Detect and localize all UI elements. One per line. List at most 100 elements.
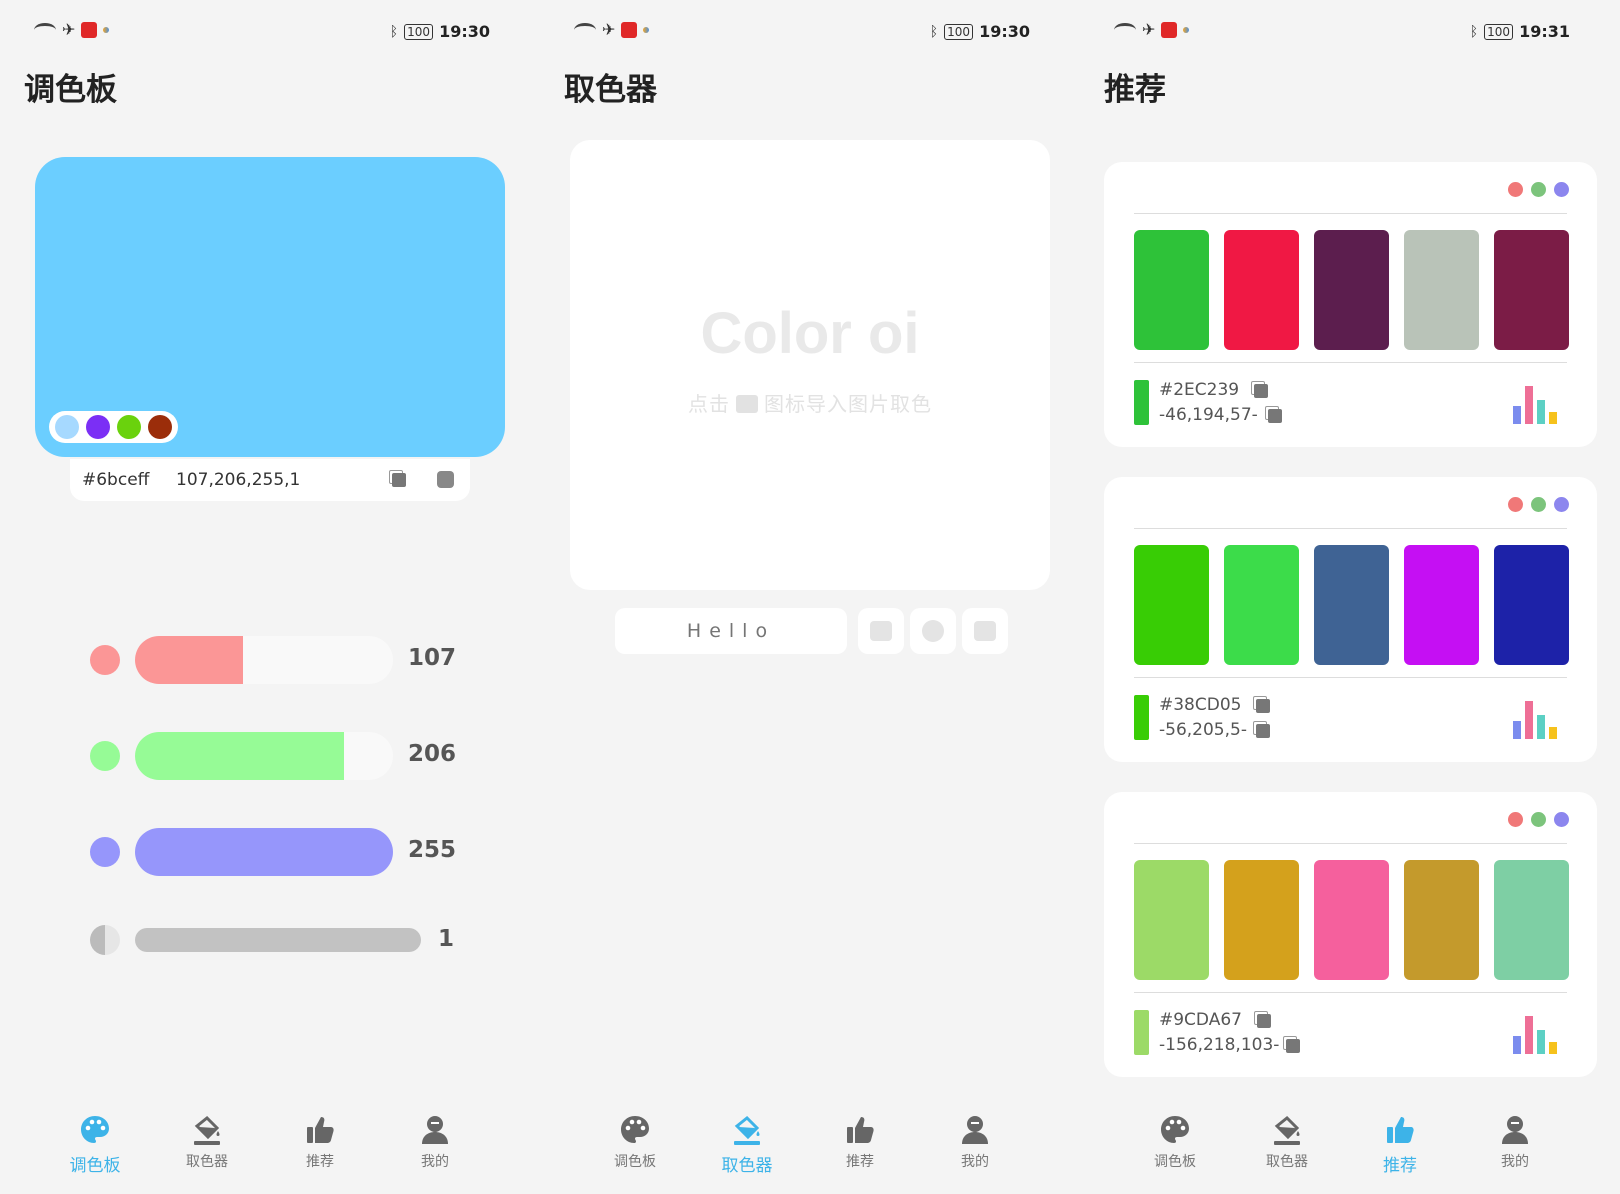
bottom-nav: 调色板 取色器 推荐 我的: [1080, 1100, 1600, 1190]
text-input[interactable]: [615, 608, 847, 654]
color-swatch[interactable]: [1494, 860, 1569, 980]
picker-screen: ✈ ᛒ 100 19:30 取色器 Color oi 点击图标导入图片取色 调色…: [540, 0, 1060, 1194]
refresh-icon: [922, 620, 944, 642]
bottom-nav: 调色板 取色器 推荐 我的: [0, 1100, 520, 1190]
alpha-slider[interactable]: 1: [90, 924, 460, 956]
status-bar: ✈ ᛒ 100 19:31: [1110, 20, 1570, 46]
color-swatch[interactable]: [1404, 545, 1479, 665]
color-swatch[interactable]: [1224, 230, 1299, 350]
nav-item-2[interactable]: 推荐: [1355, 1114, 1445, 1176]
green-knob[interactable]: [90, 741, 120, 771]
nav-label: 取色器: [1266, 1154, 1308, 1170]
color-swatch[interactable]: [1404, 860, 1479, 980]
battery-indicator: 100: [1484, 23, 1514, 40]
red-knob[interactable]: [90, 645, 120, 675]
bar-chart-icon-bar: [1513, 721, 1521, 739]
nav-label: 调色板: [69, 1156, 121, 1176]
palette-card[interactable]: #2EC239 -46,194,57-: [1104, 162, 1597, 447]
hex-value[interactable]: #2EC239: [1159, 380, 1239, 400]
copy-rgb-icon[interactable]: [1286, 1039, 1300, 1053]
color-swatch[interactable]: [1314, 545, 1389, 665]
bottom-nav: 调色板 取色器 推荐 我的: [540, 1100, 1060, 1190]
copy-rgb-icon[interactable]: [1268, 409, 1282, 423]
rgb-value[interactable]: -46,194,57-: [1159, 405, 1258, 425]
alpha-track[interactable]: [135, 928, 421, 952]
nav-item-0[interactable]: 调色板: [1130, 1114, 1220, 1171]
green-slider[interactable]: 206: [90, 732, 460, 780]
blue-track[interactable]: [135, 828, 393, 876]
color-swatch[interactable]: [1134, 545, 1209, 665]
nav-item-3[interactable]: 我的: [1470, 1114, 1560, 1171]
bar-chart-icon[interactable]: [1513, 384, 1559, 424]
nav-item-0[interactable]: 调色板: [50, 1114, 140, 1176]
alpha-value: 1: [438, 926, 455, 952]
red-track[interactable]: [135, 636, 393, 684]
copy-hex-icon[interactable]: [1256, 699, 1270, 713]
hex-value[interactable]: #9CDA67: [1159, 1010, 1242, 1030]
window-dot: [1508, 497, 1523, 512]
camera-button[interactable]: [962, 608, 1008, 654]
divider: [1134, 528, 1567, 529]
bar-chart-icon[interactable]: [1513, 1014, 1559, 1054]
color-swatch[interactable]: [1224, 860, 1299, 980]
swatch-4[interactable]: [148, 415, 172, 439]
palette-card[interactable]: #9CDA67 -156,218,103-: [1104, 792, 1597, 1077]
color-preview[interactable]: [35, 157, 505, 457]
rgb-value[interactable]: -156,218,103-: [1159, 1035, 1279, 1055]
nav-item-2[interactable]: 推荐: [815, 1114, 905, 1171]
nav-item-2[interactable]: 推荐: [275, 1114, 365, 1171]
swatch-3[interactable]: [117, 415, 141, 439]
color-swatch[interactable]: [1224, 545, 1299, 665]
rgba-value[interactable]: 107,206,255,1: [176, 470, 300, 490]
copy-rgb-icon[interactable]: [1256, 724, 1270, 738]
clock: 19:30: [979, 22, 1030, 41]
dice-icon[interactable]: [437, 471, 454, 488]
paint-bucket-icon: [191, 1114, 223, 1146]
app-logo-text: Color oi: [700, 301, 920, 366]
copy-icon[interactable]: [392, 473, 406, 487]
refresh-button[interactable]: [910, 608, 956, 654]
image-icon: [736, 395, 758, 413]
rgb-value[interactable]: -56,205,5-: [1159, 720, 1247, 740]
image-drop-area[interactable]: Color oi 点击 图标导入图片取色: [570, 140, 1050, 590]
color-swatch[interactable]: [1404, 230, 1479, 350]
bar-chart-icon-bar: [1513, 1036, 1521, 1054]
image-icon: [870, 621, 892, 641]
green-track[interactable]: [135, 732, 393, 780]
nav-label: 推荐: [1383, 1156, 1417, 1176]
color-swatch[interactable]: [1134, 860, 1209, 980]
page-title: 推荐: [1104, 72, 1166, 108]
nav-item-1[interactable]: 取色器: [162, 1114, 252, 1171]
color-swatch[interactable]: [1494, 545, 1569, 665]
blue-slider[interactable]: 255: [90, 828, 460, 876]
red-slider[interactable]: 107: [90, 636, 460, 684]
nav-item-3[interactable]: 我的: [390, 1114, 480, 1171]
import-image-button[interactable]: [858, 608, 904, 654]
color-swatch[interactable]: [1134, 230, 1209, 350]
bar-chart-icon[interactable]: [1513, 699, 1559, 739]
nav-item-3[interactable]: 我的: [930, 1114, 1020, 1171]
copy-hex-icon[interactable]: [1257, 1014, 1271, 1028]
nav-item-1[interactable]: 取色器: [702, 1114, 792, 1176]
notification-dot-icon: [1183, 27, 1190, 33]
window-dots: [1508, 497, 1569, 512]
color-swatch[interactable]: [1314, 230, 1389, 350]
recent-swatches: [49, 411, 178, 443]
hex-value[interactable]: #6bceff: [82, 470, 149, 490]
copy-hex-icon[interactable]: [1254, 384, 1268, 398]
blue-knob[interactable]: [90, 837, 120, 867]
window-dot: [1531, 497, 1546, 512]
swatch-2[interactable]: [86, 415, 110, 439]
color-swatch[interactable]: [1314, 860, 1389, 980]
nav-item-1[interactable]: 取色器: [1242, 1114, 1332, 1171]
color-swatch[interactable]: [1494, 230, 1569, 350]
hex-value[interactable]: #38CD05: [1159, 695, 1241, 715]
paint-bucket-icon: [1271, 1114, 1303, 1146]
swatch-1[interactable]: [55, 415, 79, 439]
blue-fill: [135, 828, 393, 876]
status-bar: ✈ ᛒ 100 19:30: [30, 20, 490, 46]
nav-item-0[interactable]: 调色板: [590, 1114, 680, 1171]
palette-card[interactable]: #38CD05 -56,205,5-: [1104, 477, 1597, 762]
alpha-knob[interactable]: [90, 925, 120, 955]
import-hint: 点击 图标导入图片取色: [688, 392, 932, 416]
